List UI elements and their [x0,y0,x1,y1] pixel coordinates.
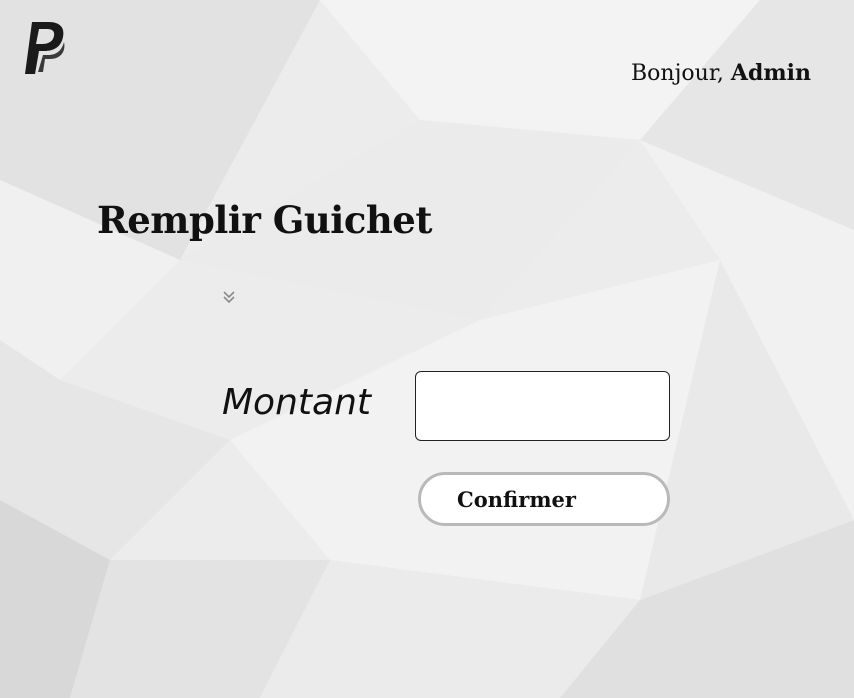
user-name: Admin [730,60,811,86]
double-chevron-down-icon[interactable] [222,290,236,304]
greeting-prefix: Bonjour, [631,61,731,86]
confirm-button[interactable]: Confirmer [418,472,670,526]
paypal-logo-icon[interactable] [22,20,66,76]
amount-input[interactable] [415,371,670,441]
user-greeting: Bonjour, Admin [631,60,811,86]
page-title: Remplir Guichet [97,198,432,242]
amount-label: Montant [222,382,372,423]
background-pattern [0,0,854,698]
